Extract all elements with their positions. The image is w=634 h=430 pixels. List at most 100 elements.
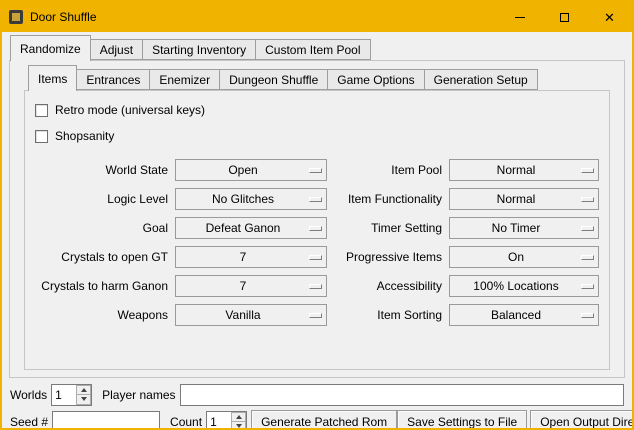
checkbox-box-icon[interactable] <box>35 130 48 143</box>
tab-entrances[interactable]: Entrances <box>76 69 150 90</box>
tab-label: Generation Setup <box>434 73 528 87</box>
dropdown-indicator-icon <box>309 313 322 318</box>
dropdown-indicator-icon <box>581 313 594 318</box>
dropdown-indicator-icon <box>309 255 322 260</box>
seed-label: Seed # <box>10 415 48 429</box>
randomize-pane: Items Entrances Enemizer Dungeon Shuffle… <box>9 60 625 378</box>
primary-tab-bar: Randomize Adjust Starting Inventory Cust… <box>10 34 632 60</box>
tab-randomize[interactable]: Randomize <box>10 35 91 61</box>
player-names-label: Player names <box>102 388 175 402</box>
dropdown-value: 7 <box>240 279 247 293</box>
tab-label: Dungeon Shuffle <box>229 73 318 87</box>
worlds-row: Worlds 1 Player names <box>10 383 624 406</box>
minimize-button[interactable] <box>497 2 542 32</box>
tab-label: Game Options <box>337 73 414 87</box>
app-icon <box>9 10 23 24</box>
seed-input[interactable] <box>52 411 160 430</box>
dropdown-value: 100% Locations <box>473 279 558 293</box>
tab-label: Randomize <box>20 42 81 56</box>
crystals-open-gt-dropdown[interactable]: 7 <box>175 246 327 268</box>
seed-row: Seed # Count 1 Generate Patched Rom Save… <box>10 410 624 430</box>
checkbox-label: Shopsanity <box>55 129 114 143</box>
player-names-input[interactable] <box>180 384 625 406</box>
accessibility-label: Accessibility <box>327 279 449 293</box>
retro-mode-checkbox[interactable]: Retro mode (universal keys) <box>35 97 609 123</box>
dropdown-value: Open <box>228 163 257 177</box>
checkbox-box-icon[interactable] <box>35 104 48 117</box>
count-spinbox[interactable]: 1 <box>206 411 247 430</box>
tab-custom-item-pool[interactable]: Custom Item Pool <box>255 39 370 60</box>
titlebar[interactable]: Door Shuffle ✕ <box>2 2 632 32</box>
timer-setting-label: Timer Setting <box>327 221 449 235</box>
maximize-button[interactable] <box>542 2 587 32</box>
crystals-open-gt-label: Crystals to open GT <box>35 250 175 264</box>
count-value[interactable]: 1 <box>207 412 231 430</box>
window-controls: ✕ <box>497 2 632 32</box>
items-pane: Retro mode (universal keys) Shopsanity W… <box>24 90 610 370</box>
dropdown-value: 7 <box>240 250 247 264</box>
spin-down-icon[interactable] <box>231 421 246 430</box>
minimize-icon <box>515 17 525 18</box>
dropdown-indicator-icon <box>581 284 594 289</box>
shopsanity-checkbox[interactable]: Shopsanity <box>35 123 609 149</box>
close-button[interactable]: ✕ <box>587 2 632 32</box>
tab-dungeon-shuffle[interactable]: Dungeon Shuffle <box>219 69 328 90</box>
dropdown-value: Balanced <box>491 308 541 322</box>
item-functionality-label: Item Functionality <box>327 192 449 206</box>
tab-label: Entrances <box>86 73 140 87</box>
close-icon: ✕ <box>604 11 615 24</box>
maximize-icon <box>560 13 569 22</box>
spin-down-icon[interactable] <box>76 394 91 405</box>
dropdown-value: On <box>508 250 524 264</box>
dropdown-indicator-icon <box>309 197 322 202</box>
save-settings-button[interactable]: Save Settings to File <box>397 410 527 430</box>
bottom-controls: Worlds 1 Player names Seed # Count 1 <box>10 383 624 430</box>
item-pool-dropdown[interactable]: Normal <box>449 159 599 181</box>
item-sorting-dropdown[interactable]: Balanced <box>449 304 599 326</box>
tab-items[interactable]: Items <box>28 65 77 91</box>
dropdown-indicator-icon <box>581 197 594 202</box>
weapons-dropdown[interactable]: Vanilla <box>175 304 327 326</box>
spin-arrows <box>231 412 246 430</box>
world-state-label: World State <box>35 163 175 177</box>
goal-dropdown[interactable]: Defeat Ganon <box>175 217 327 239</box>
dropdown-indicator-icon <box>309 226 322 231</box>
count-label: Count <box>170 415 202 429</box>
goal-label: Goal <box>35 221 175 235</box>
dropdown-value: Vanilla <box>225 308 260 322</box>
dropdown-indicator-icon <box>581 226 594 231</box>
dropdown-value: Normal <box>497 163 536 177</box>
checkbox-label: Retro mode (universal keys) <box>55 103 205 117</box>
accessibility-dropdown[interactable]: 100% Locations <box>449 275 599 297</box>
dropdown-value: Normal <box>497 192 536 206</box>
open-output-directory-button[interactable]: Open Output Directory <box>530 410 634 430</box>
dropdown-value: No Glitches <box>212 192 274 206</box>
item-functionality-dropdown[interactable]: Normal <box>449 188 599 210</box>
weapons-label: Weapons <box>35 308 175 322</box>
world-state-dropdown[interactable]: Open <box>175 159 327 181</box>
worlds-value[interactable]: 1 <box>52 385 76 405</box>
logic-level-dropdown[interactable]: No Glitches <box>175 188 327 210</box>
dropdown-indicator-icon <box>581 255 594 260</box>
tab-enemizer[interactable]: Enemizer <box>149 69 220 90</box>
tab-game-options[interactable]: Game Options <box>327 69 424 90</box>
worlds-spinbox[interactable]: 1 <box>51 384 92 406</box>
logic-level-label: Logic Level <box>35 192 175 206</box>
tab-label: Enemizer <box>159 73 210 87</box>
tab-generation-setup[interactable]: Generation Setup <box>424 69 538 90</box>
crystals-harm-ganon-dropdown[interactable]: 7 <box>175 275 327 297</box>
tab-label: Starting Inventory <box>152 43 246 57</box>
tab-label: Custom Item Pool <box>265 43 360 57</box>
tab-label: Items <box>38 72 67 86</box>
tab-starting-inventory[interactable]: Starting Inventory <box>142 39 256 60</box>
dropdown-indicator-icon <box>309 284 322 289</box>
spin-up-icon[interactable] <box>76 385 91 395</box>
worlds-label: Worlds <box>10 388 47 402</box>
timer-setting-dropdown[interactable]: No Timer <box>449 217 599 239</box>
dropdown-value: Defeat Ganon <box>206 221 281 235</box>
item-pool-label: Item Pool <box>327 163 449 177</box>
spin-up-icon[interactable] <box>231 412 246 422</box>
progressive-items-dropdown[interactable]: On <box>449 246 599 268</box>
tab-adjust[interactable]: Adjust <box>90 39 143 60</box>
generate-patched-rom-button[interactable]: Generate Patched Rom <box>251 410 397 430</box>
